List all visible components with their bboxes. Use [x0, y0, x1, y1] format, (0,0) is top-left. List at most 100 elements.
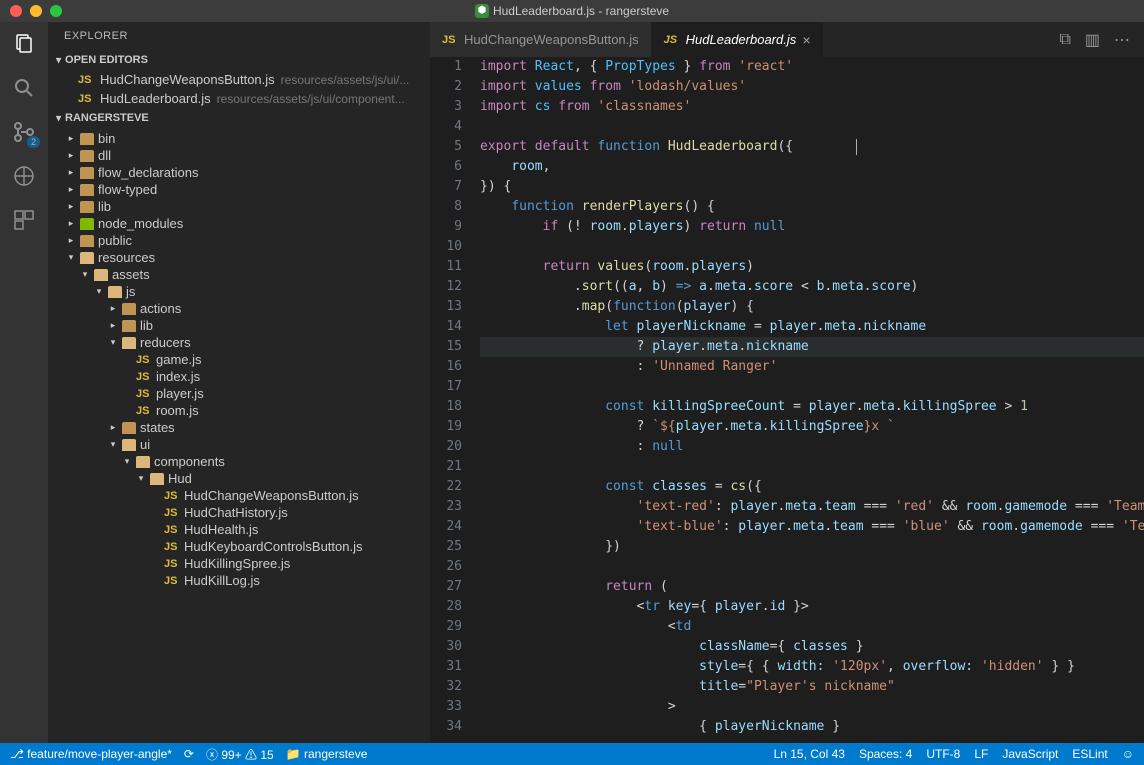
tree-folder[interactable]: ▾ components	[48, 453, 430, 470]
branch-indicator[interactable]: ⎇ feature/move-player-angle*	[10, 747, 172, 761]
tree-item-label: dll	[98, 148, 111, 163]
folder-icon	[136, 456, 150, 468]
tree-item-label: node_modules	[98, 216, 183, 231]
explorer-title: EXPLORER	[48, 22, 430, 50]
chevron-icon: ▾	[94, 286, 104, 297]
js-file-icon: JS	[164, 575, 180, 587]
file-path: resources/assets/js/ui/...	[281, 73, 410, 87]
tree-item-label: index.js	[156, 369, 200, 384]
editor[interactable]: 1234567891011121314151617181920212223242…	[430, 57, 1144, 743]
editor-tab[interactable]: JSHudLeaderboard.js×	[652, 22, 824, 57]
encoding[interactable]: UTF-8	[926, 747, 960, 761]
tree-folder[interactable]: ▸ bin	[48, 130, 430, 147]
maximize-window[interactable]	[50, 5, 62, 17]
tree-folder[interactable]: ▸lib	[48, 198, 430, 215]
tree-folder[interactable]: ▾resources	[48, 249, 430, 266]
explorer-sidebar: EXPLORER ▸OPEN EDITORS JSHudChangeWeapon…	[48, 22, 430, 743]
code-content[interactable]: import React, { PropTypes } from 'react'…	[480, 57, 1144, 743]
tree-item-label: lib	[98, 199, 111, 214]
open-editor-item[interactable]: JSHudChangeWeaponsButton.js resources/as…	[48, 70, 430, 89]
tree-item-label: states	[140, 420, 175, 435]
tree-folder[interactable]: ▾ ui	[48, 436, 430, 453]
tab-label: HudChangeWeaponsButton.js	[464, 32, 639, 47]
indentation[interactable]: Spaces: 4	[859, 747, 912, 761]
tree-item-label: components	[154, 454, 225, 469]
debug-icon[interactable]	[12, 164, 36, 188]
status-bar: ⎇ feature/move-player-angle* ⟳ ⓧ 99+ ⚠ 1…	[0, 743, 1144, 765]
tree-folder[interactable]: ▸node_modules	[48, 215, 430, 232]
tree-file[interactable]: JSHudHealth.js	[48, 521, 430, 538]
js-file-icon: JS	[136, 388, 152, 400]
explorer-icon[interactable]	[12, 32, 36, 56]
chevron-icon: ▾	[108, 337, 118, 348]
language-mode[interactable]: JavaScript	[1002, 747, 1058, 761]
chevron-down-icon: ▸	[53, 57, 64, 62]
tree-file[interactable]: JSHudChangeWeaponsButton.js	[48, 487, 430, 504]
folder-icon	[150, 473, 164, 485]
layout-icon[interactable]: ▥	[1085, 30, 1100, 50]
folder-icon	[80, 133, 94, 145]
editor-tab[interactable]: JSHudChangeWeaponsButton.js	[430, 22, 652, 57]
editor-area: JSHudChangeWeaponsButton.jsJSHudLeaderbo…	[430, 22, 1144, 743]
tree-folder[interactable]: ▾js	[48, 283, 430, 300]
tree-item-label: ui	[140, 437, 150, 452]
open-editor-item[interactable]: JSHudLeaderboard.js resources/assets/js/…	[48, 89, 430, 108]
chevron-icon: ▸	[66, 133, 76, 144]
tree-folder[interactable]: ▸lib	[48, 317, 430, 334]
tree-file[interactable]: JSHudKillingSpree.js	[48, 555, 430, 572]
problems-button[interactable]: ⓧ 99+ ⚠ 15	[206, 746, 274, 763]
tree-file[interactable]: JSHudKeyboardControlsButton.js	[48, 538, 430, 555]
tree-folder[interactable]: ▸ flow_declarations	[48, 164, 430, 181]
tree-item-label: bin	[98, 131, 115, 146]
tree-folder[interactable]: ▸actions	[48, 300, 430, 317]
tree-item-label: public	[98, 233, 132, 248]
js-file-icon: JS	[164, 524, 180, 536]
folder-icon	[122, 422, 136, 434]
minimize-window[interactable]	[30, 5, 42, 17]
split-editor-icon[interactable]: ⧉	[1059, 31, 1070, 49]
tree-item-label: room.js	[156, 403, 199, 418]
eslint-status[interactable]: ESLint	[1072, 747, 1107, 761]
chevron-icon: ▾	[80, 269, 90, 280]
folder-icon	[122, 320, 136, 332]
cursor-position[interactable]: Ln 15, Col 43	[774, 747, 845, 761]
more-icon[interactable]: ⋯	[1114, 30, 1130, 50]
tree-folder[interactable]: ▸public	[48, 232, 430, 249]
chevron-icon: ▾	[122, 456, 132, 467]
feedback-icon[interactable]: ☺	[1122, 747, 1134, 761]
chevron-icon: ▸	[66, 150, 76, 161]
sync-button[interactable]: ⟳	[184, 747, 194, 761]
window-controls	[0, 5, 62, 17]
scm-icon[interactable]: 2	[12, 120, 36, 144]
js-file-icon: JS	[664, 34, 680, 46]
close-window[interactable]	[10, 5, 22, 17]
tree-folder[interactable]: ▸flow-typed	[48, 181, 430, 198]
tree-folder[interactable]: ▸ dll	[48, 147, 430, 164]
tree-file[interactable]: JS HudKillLog.js	[48, 572, 430, 589]
tree-file[interactable]: JSindex.js	[48, 368, 430, 385]
tree-file[interactable]: JSgame.js	[48, 351, 430, 368]
tree-file[interactable]: JS player.js	[48, 385, 430, 402]
tree-folder[interactable]: ▸states	[48, 419, 430, 436]
tree-file[interactable]: JS HudChatHistory.js	[48, 504, 430, 521]
extensions-icon[interactable]	[12, 208, 36, 232]
tree-item-label: HudChatHistory.js	[184, 505, 288, 520]
close-icon[interactable]: ×	[802, 32, 810, 48]
folder-indicator[interactable]: 📁 rangersteve	[286, 747, 368, 761]
tree-item-label: Hud	[168, 471, 192, 486]
search-icon[interactable]	[12, 76, 36, 100]
chevron-icon: ▸	[66, 167, 76, 178]
tree-folder[interactable]: ▾assets	[48, 266, 430, 283]
eol[interactable]: LF	[974, 747, 988, 761]
js-file-icon: JS	[164, 507, 180, 519]
tree-file[interactable]: JSroom.js	[48, 402, 430, 419]
workspace-header[interactable]: ▸RANGERSTEVE	[48, 108, 430, 128]
tree-item-label: HudKillLog.js	[184, 573, 260, 588]
tree-folder[interactable]: ▾Hud	[48, 470, 430, 487]
tree-item-label: flow_declarations	[98, 165, 198, 180]
chevron-icon: ▾	[108, 439, 118, 450]
file-icon: ⬢	[475, 4, 489, 18]
tree-item-label: player.js	[156, 386, 204, 401]
open-editors-header[interactable]: ▸OPEN EDITORS	[48, 50, 430, 70]
tree-folder[interactable]: ▾reducers	[48, 334, 430, 351]
